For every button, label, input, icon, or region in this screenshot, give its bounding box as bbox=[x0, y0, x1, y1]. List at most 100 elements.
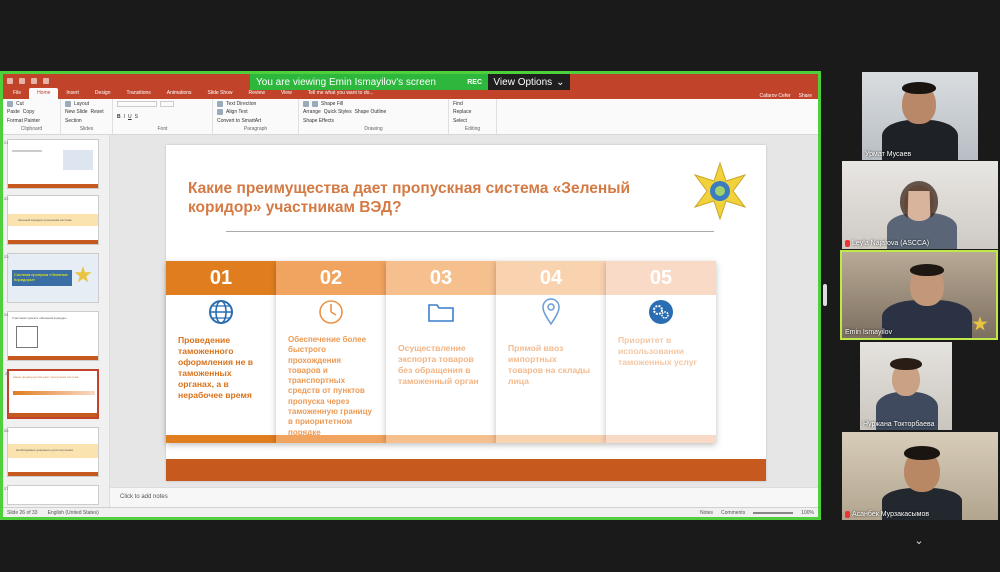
user-name[interactable]: Cafarov Cefer bbox=[760, 93, 791, 99]
screen-share-banner: You are viewing Emin Ismayilov's screen … bbox=[250, 74, 488, 90]
shapes-icon[interactable] bbox=[303, 101, 309, 107]
layout-button[interactable]: Layout bbox=[74, 101, 89, 107]
notes-button[interactable]: Notes bbox=[700, 510, 713, 516]
slide-thumbnail[interactable]: 21 bbox=[4, 139, 99, 189]
share-button[interactable]: Share bbox=[799, 93, 812, 99]
panel-resize-handle[interactable] bbox=[823, 284, 827, 306]
section-button[interactable]: Section bbox=[65, 118, 82, 124]
new-slide-button[interactable]: New Slide bbox=[65, 109, 88, 115]
font-size-select[interactable] bbox=[160, 101, 174, 107]
thumb-text: Система пропуска «Зеленые Коридоры» bbox=[12, 270, 72, 286]
comments-button[interactable]: Comments bbox=[721, 510, 745, 516]
tab-home[interactable]: Home bbox=[29, 88, 59, 99]
undo-icon[interactable] bbox=[19, 77, 25, 84]
banner-text: You are viewing Emin Ismayilov's screen bbox=[256, 76, 436, 88]
align-icon[interactable] bbox=[217, 109, 223, 116]
folder-icon bbox=[428, 304, 454, 322]
italic-icon[interactable]: I bbox=[124, 114, 125, 120]
reset-button[interactable]: Reset bbox=[91, 109, 104, 115]
participant-name: Урмат Мусаев bbox=[865, 151, 912, 158]
thumb-text: Участники проекта «Зеленый коридор» bbox=[12, 316, 67, 320]
shape-fill-button[interactable]: Shape Fill bbox=[321, 101, 343, 107]
benefit-column-3: 03 Осуществление экспорта товаров без об… bbox=[386, 261, 496, 443]
slide-thumbnail[interactable]: 22 Зеленый коридор пропускная система bbox=[4, 195, 99, 245]
align-text-button[interactable]: Align Text bbox=[226, 109, 248, 115]
language-indicator[interactable]: English (United States) bbox=[48, 510, 99, 516]
slide-canvas[interactable]: Какие преимущества дает пропускная систе… bbox=[110, 135, 818, 507]
cut-button[interactable]: Cut bbox=[16, 101, 24, 107]
slide-thumbnail[interactable]: 24 Участники проекта «Зеленый коридор» bbox=[4, 311, 99, 361]
slide-thumbnail-selected[interactable]: 25 Какие преимущества дает пропускная си… bbox=[5, 369, 99, 419]
text-direction-button[interactable]: Text Direction bbox=[226, 101, 256, 107]
slideshow-icon[interactable] bbox=[43, 77, 49, 84]
underline-icon[interactable]: U bbox=[128, 114, 132, 120]
thumb-number: 26 bbox=[4, 428, 9, 433]
benefit-column-1: 01 Проведение таможенного оформления не … bbox=[166, 261, 276, 443]
smartart-button[interactable]: Convert to SmartArt bbox=[217, 118, 261, 124]
tab-insert[interactable]: Insert bbox=[58, 88, 87, 99]
title-underline bbox=[226, 231, 714, 232]
thumb-text: Какие преимущества дает пропускная систе… bbox=[13, 375, 79, 379]
font-group: BIUS Font bbox=[113, 99, 213, 134]
thumb-number: 25 bbox=[5, 371, 10, 376]
tab-design[interactable]: Design bbox=[87, 88, 119, 99]
muted-mic-icon bbox=[845, 511, 850, 518]
participant-tile[interactable]: Leyla Najafova (ASCCA) bbox=[842, 161, 998, 249]
paste-button[interactable]: Paste bbox=[7, 109, 20, 115]
status-bar: Slide 26 of 33 English (United States) N… bbox=[3, 507, 818, 517]
slide-thumbnail[interactable]: 26 Необходимые документы для получения bbox=[4, 427, 99, 477]
slide-thumbnail[interactable]: 23 Система пропуска «Зеленые Коридоры» bbox=[4, 253, 99, 303]
participant-tile-active-speaker[interactable]: Emin Ismayilov bbox=[840, 250, 998, 340]
thumb-text: Зеленый коридор пропускная система bbox=[8, 214, 98, 226]
clipboard-group: Cut Paste Copy Format Painter Clipboard bbox=[3, 99, 61, 134]
notes-placeholder: Click to add notes bbox=[120, 494, 168, 500]
replace-button[interactable]: Replace bbox=[453, 109, 471, 115]
select-button[interactable]: Select bbox=[453, 118, 467, 124]
shape-outline-button[interactable]: Shape Outline bbox=[355, 109, 387, 115]
chevron-down-icon: ⌄ bbox=[556, 76, 565, 88]
zoom-level[interactable]: 100% bbox=[801, 510, 814, 516]
participant-tile[interactable]: Урмат Мусаев bbox=[862, 72, 978, 160]
arrange-button[interactable]: Arrange bbox=[303, 109, 321, 115]
group-label: Drawing bbox=[364, 125, 383, 132]
tab-file[interactable]: File bbox=[5, 88, 29, 99]
view-options-button[interactable]: View Options ⌄ bbox=[488, 74, 570, 90]
quick-styles-button[interactable]: Quick Styles bbox=[324, 109, 352, 115]
bullets-icon[interactable] bbox=[217, 101, 223, 107]
clock-icon bbox=[319, 300, 343, 324]
benefit-column-4: 04 Прямой ввоз импортных товаров на скла… bbox=[496, 261, 606, 443]
tab-transitions[interactable]: Transitions bbox=[119, 88, 159, 99]
benefit-text: Обеспечение более быстрого прохождения т… bbox=[288, 335, 372, 437]
tab-animations[interactable]: Animations bbox=[159, 88, 200, 99]
thumb-number: 22 bbox=[4, 196, 9, 201]
participant-tile[interactable]: Асанбек Мурзакасымов bbox=[842, 432, 998, 520]
slide-thumbnail[interactable]: 27 bbox=[4, 485, 99, 505]
bold-icon[interactable]: B bbox=[117, 114, 121, 120]
notes-pane[interactable]: Click to add notes bbox=[110, 487, 818, 507]
participant-name: Нуржана Токторбаева bbox=[863, 421, 935, 428]
new-slide-icon[interactable] bbox=[65, 101, 71, 107]
find-button[interactable]: Find bbox=[453, 101, 463, 107]
redo-icon[interactable] bbox=[31, 77, 37, 84]
slides-group: Layout New Slide Reset Section Slides bbox=[61, 99, 113, 134]
slide-thumbnails-panel[interactable]: 21 22 Зеленый коридор пропускная система… bbox=[3, 135, 110, 507]
slide-title[interactable]: Какие преимущества дает пропускная систе… bbox=[188, 179, 688, 217]
ppt-workspace: 21 22 Зеленый коридор пропускная система… bbox=[3, 135, 818, 507]
strikethrough-icon[interactable]: S bbox=[135, 114, 138, 120]
benefit-number: 01 bbox=[166, 261, 276, 295]
thumb-text: Необходимые документы для получения bbox=[8, 444, 98, 458]
shape-effects-button[interactable]: Shape Effects bbox=[303, 118, 334, 124]
copy-button[interactable]: Copy bbox=[23, 109, 35, 115]
tab-slideshow[interactable]: Slide Show bbox=[200, 88, 241, 99]
slide[interactable]: Какие преимущества дает пропускная систе… bbox=[166, 145, 766, 481]
thumb-number: 27 bbox=[4, 486, 9, 491]
save-icon[interactable] bbox=[7, 77, 13, 84]
shapes-icon[interactable] bbox=[312, 101, 318, 107]
participant-tile[interactable]: Нуржана Токторбаева bbox=[860, 342, 952, 430]
paste-icon[interactable] bbox=[7, 101, 13, 107]
format-painter-button[interactable]: Format Painter bbox=[7, 118, 40, 124]
chevron-down-icon[interactable]: ⌄ bbox=[912, 534, 926, 547]
font-name-select[interactable] bbox=[117, 101, 157, 107]
globe-icon bbox=[209, 300, 233, 324]
zoom-slider[interactable] bbox=[753, 511, 794, 514]
